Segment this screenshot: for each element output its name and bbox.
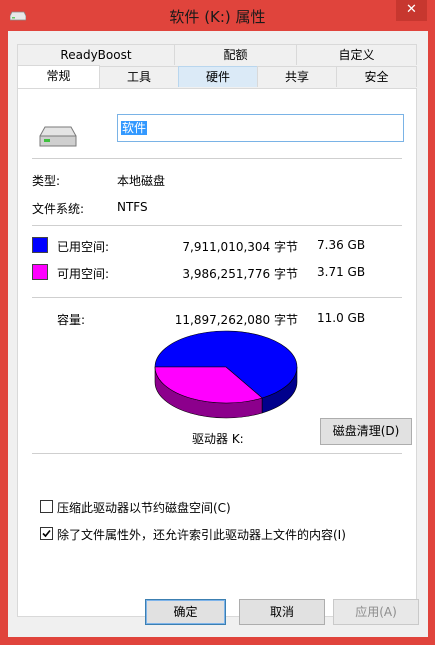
tab-general[interactable]: 常规 <box>17 65 100 88</box>
capacity-size: 11.0 GB <box>317 311 366 325</box>
used-space-size: 7.36 GB <box>317 238 366 252</box>
drive-name-input[interactable]: 软件 <box>117 114 404 142</box>
type-label: 类型: <box>32 174 61 188</box>
capacity-bytes: 11,897,262,080 字节 <box>174 313 298 327</box>
used-space-label: 已用空间: <box>57 240 110 254</box>
tab-readyboost[interactable]: ReadyBoost <box>17 44 175 65</box>
tab-quota[interactable]: 配额 <box>174 44 297 65</box>
tab-customize[interactable]: 自定义 <box>296 44 417 65</box>
tab-sharing[interactable]: 共享 <box>257 66 337 87</box>
divider <box>32 225 402 226</box>
title-bar[interactable]: 软件 (K:) 属性 ✕ <box>0 0 435 32</box>
index-checkbox[interactable] <box>40 527 53 540</box>
free-space-size: 3.71 GB <box>317 265 366 279</box>
divider <box>32 158 402 159</box>
drive-letter-label: 驱动器 K: <box>192 432 244 446</box>
check-mark-icon <box>42 529 51 538</box>
free-space-label: 可用空间: <box>57 267 110 281</box>
free-space-swatch <box>32 264 48 280</box>
cancel-button[interactable]: 取消 <box>239 599 325 625</box>
properties-window: 软件 (K:) 属性 ✕ ReadyBoost 配额 自定义 常规 工具 硬件 … <box>0 0 435 645</box>
hard-drive-icon <box>39 126 77 147</box>
compress-checkbox-label: 压缩此驱动器以节约磁盘空间(C) <box>57 501 231 515</box>
ok-button[interactable]: 确定 <box>145 599 226 625</box>
tab-hardware[interactable]: 硬件 <box>178 66 258 87</box>
disk-cleanup-button[interactable]: 磁盘清理(D) <box>320 418 412 445</box>
divider <box>32 453 402 454</box>
index-checkbox-label: 除了文件属性外，还允许索引此驱动器上文件的内容(I) <box>57 528 346 542</box>
compress-checkbox[interactable] <box>40 500 53 513</box>
dialog-client: ReadyBoost 配额 自定义 常规 工具 硬件 共享 安全 软件 类型: … <box>8 31 428 637</box>
filesystem-label: 文件系统: <box>32 202 85 216</box>
type-value: 本地磁盘 <box>117 174 166 188</box>
filesystem-value: NTFS <box>117 200 148 214</box>
drive-name-text: 软件 <box>121 121 148 135</box>
tab-security[interactable]: 安全 <box>336 66 417 87</box>
used-space-swatch <box>32 237 48 253</box>
apply-button[interactable]: 应用(A) <box>333 599 419 625</box>
disk-usage-pie-chart <box>154 330 298 419</box>
capacity-label: 容量: <box>57 313 86 327</box>
free-space-bytes: 3,986,251,776 字节 <box>182 267 298 281</box>
general-panel: 软件 类型: 本地磁盘 文件系统: NTFS 已用空间: 7,911,010,3… <box>17 88 417 617</box>
tab-tools[interactable]: 工具 <box>99 66 179 87</box>
used-space-bytes: 7,911,010,304 字节 <box>182 240 298 254</box>
close-button[interactable]: ✕ <box>396 0 427 21</box>
window-title: 软件 (K:) 属性 <box>169 8 266 26</box>
divider <box>32 297 402 298</box>
close-icon: ✕ <box>406 2 417 17</box>
